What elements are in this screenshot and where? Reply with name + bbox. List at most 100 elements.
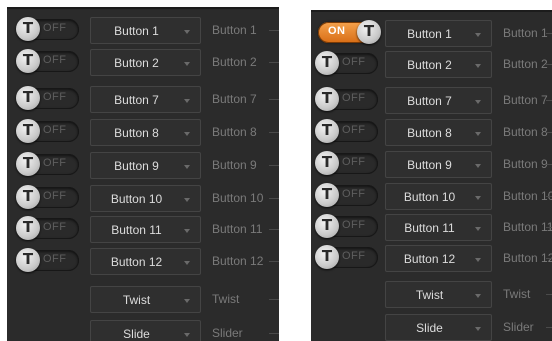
toggle-state-label: OFF (342, 250, 366, 262)
mapping-output-label: Slider (212, 326, 243, 340)
mapping-dropdown-button[interactable]: Button 10 (90, 185, 201, 212)
toggle-state-label: OFF (342, 56, 366, 68)
knob-letter: T (321, 216, 333, 234)
toggle-switch[interactable]: OFF T (16, 49, 79, 73)
toggle-switch[interactable]: OFF T (315, 51, 378, 75)
toggle-state-label: OFF (342, 124, 366, 136)
mapping-dropdown-button[interactable]: Slide (90, 320, 201, 341)
dropdown-button-label: Button 2 (407, 58, 452, 72)
control-row: OFF T Button 9 Button 9 (311, 150, 552, 178)
dropdown-button-label: Button 7 (407, 94, 452, 108)
toggle-state-label: OFF (342, 188, 366, 200)
control-row: OFF T Button 7 Button 7 (311, 86, 552, 114)
toggle-switch[interactable]: OFF T (16, 216, 79, 240)
toggle-switch[interactable]: OFF T (315, 214, 378, 238)
row-divider-tick (269, 62, 279, 63)
mapping-dropdown-button[interactable]: Button 7 (90, 86, 201, 113)
toggle-switch[interactable]: OFF T (16, 86, 79, 110)
knob-letter: T (321, 121, 333, 139)
chevron-down-icon (184, 30, 190, 34)
mapping-output-label: Button 11 (503, 220, 552, 234)
row-divider-tick (269, 333, 279, 334)
toggle-knob-icon: T (16, 216, 40, 240)
mapping-dropdown-button[interactable]: Button 2 (385, 51, 492, 78)
control-row: Slide Slider (7, 319, 279, 341)
row-divider-tick (546, 327, 552, 328)
toggle-knob-icon: T (315, 51, 339, 75)
mapping-dropdown-button[interactable]: Button 7 (385, 87, 492, 114)
knob-letter: T (321, 53, 333, 71)
mapping-dropdown-button[interactable]: Twist (385, 281, 492, 308)
toggle-switch[interactable]: OFF T (315, 245, 378, 269)
mapping-dropdown-button[interactable]: Slide (385, 314, 492, 341)
chevron-down-icon (184, 261, 190, 265)
toggle-switch[interactable]: OFF T (315, 119, 378, 143)
mapping-dropdown-button[interactable]: Twist (90, 286, 201, 313)
chevron-down-icon (184, 132, 190, 136)
mapping-dropdown-button[interactable]: Button 8 (90, 119, 201, 146)
control-row: Twist Twist (311, 280, 552, 308)
knob-letter: T (321, 185, 333, 203)
toggle-switch[interactable]: OFF T (16, 248, 79, 272)
toggle-switch[interactable]: OFF T (16, 17, 79, 41)
mapping-dropdown-button[interactable]: Button 11 (90, 216, 201, 243)
control-row: OFF T Button 2 Button 2 (311, 50, 552, 78)
toggle-state-label: OFF (43, 124, 67, 136)
toggle-switch[interactable]: OFF T (315, 87, 378, 111)
mapping-output-label: Button 10 (503, 189, 552, 203)
mapping-output-label: Button 10 (212, 191, 264, 205)
toggle-switch[interactable]: ON T (318, 20, 381, 44)
row-divider-tick (546, 132, 552, 133)
control-row: OFF T Button 8 Button 8 (7, 118, 279, 146)
mapping-dropdown-button[interactable]: Button 9 (385, 151, 492, 178)
row-divider-tick (546, 294, 552, 295)
control-row: ON T Button 1 Button 1 (311, 19, 552, 47)
toggle-state-label: OFF (43, 253, 67, 265)
row-divider-tick (269, 229, 279, 230)
mapping-output-label: Button 2 (212, 55, 257, 69)
dropdown-button-label: Button 8 (407, 126, 452, 140)
mapping-output-label: Twist (212, 292, 240, 306)
mapping-dropdown-button[interactable]: Button 9 (90, 152, 201, 179)
knob-letter: T (321, 89, 333, 107)
control-row: OFF T Button 12 Button 12 (7, 247, 279, 275)
knob-letter: T (321, 153, 333, 171)
mapping-output-label: Button 7 (212, 92, 257, 106)
row-divider-tick (269, 99, 279, 100)
mapping-dropdown-button[interactable]: Button 1 (385, 20, 492, 47)
control-row: OFF T Button 7 Button 7 (7, 85, 279, 113)
toggle-knob-icon: T (315, 214, 339, 238)
mapping-dropdown-button[interactable]: Button 8 (385, 119, 492, 146)
toggle-knob-icon: T (16, 49, 40, 73)
mapping-dropdown-button[interactable]: Button 2 (90, 49, 201, 76)
mapping-dropdown-button[interactable]: Button 11 (385, 214, 492, 241)
chevron-down-icon (475, 258, 481, 262)
control-row: Slide Slider (311, 313, 552, 341)
control-row: Twist Twist (7, 285, 279, 313)
toggle-switch[interactable]: OFF T (16, 185, 79, 209)
mapping-dropdown-button[interactable]: Button 12 (90, 248, 201, 275)
mapping-dropdown-button[interactable]: Button 12 (385, 245, 492, 272)
mapping-dropdown-button[interactable]: Button 1 (90, 17, 201, 44)
knob-letter: T (22, 88, 34, 106)
dropdown-button-label: Button 1 (407, 27, 452, 41)
toggle-switch[interactable]: OFF T (315, 183, 378, 207)
chevron-down-icon (184, 299, 190, 303)
toggle-switch[interactable]: OFF T (16, 152, 79, 176)
knob-letter: T (363, 22, 375, 40)
knob-letter: T (22, 19, 34, 37)
row-divider-tick (546, 258, 552, 259)
toggle-knob-icon: T (16, 152, 40, 176)
toggle-switch[interactable]: OFF T (315, 151, 378, 175)
chevron-down-icon (475, 227, 481, 231)
mapping-output-label: Button 8 (212, 125, 257, 139)
mapping-dropdown-button[interactable]: Button 10 (385, 183, 492, 210)
dropdown-button-label: Button 1 (114, 24, 159, 38)
chevron-down-icon (184, 229, 190, 233)
toggle-switch[interactable]: OFF T (16, 119, 79, 143)
chevron-down-icon (475, 164, 481, 168)
dropdown-button-label: Button 10 (403, 190, 456, 204)
row-divider-tick (269, 299, 279, 300)
control-row: OFF T Button 11 Button 11 (7, 215, 279, 243)
mapping-output-label: Button 7 (503, 93, 548, 107)
